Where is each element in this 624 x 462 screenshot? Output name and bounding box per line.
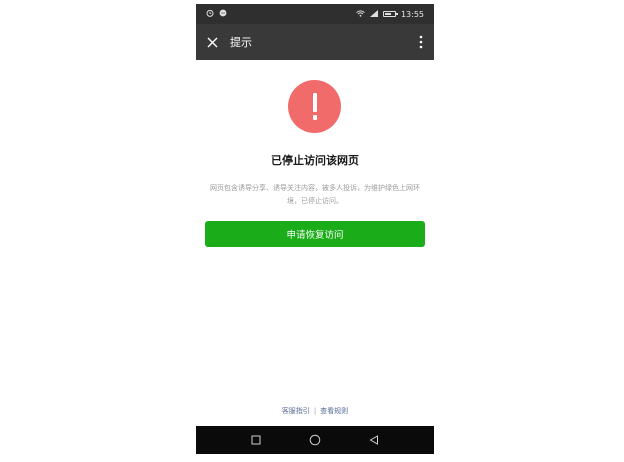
close-icon — [207, 37, 217, 47]
page-title: 已停止访问该网页 — [271, 154, 359, 167]
phone-screen: 13:55 提示 已停止访问该网页 网页包含诱导分享、诱导关注内容，被多人投诉，… — [196, 4, 434, 454]
notification-icon — [219, 9, 227, 19]
customer-service-link[interactable]: 客服指引 — [282, 407, 310, 415]
system-nav-bar — [196, 426, 434, 454]
back-icon — [369, 435, 379, 445]
more-vertical-icon — [419, 35, 423, 49]
request-restore-button[interactable]: 申请恢复访问 — [205, 221, 425, 247]
page-header-title: 提示 — [230, 36, 252, 49]
recent-apps-button[interactable] — [248, 432, 264, 448]
more-options-button[interactable] — [416, 33, 426, 51]
wifi-icon — [356, 9, 365, 19]
status-left — [206, 9, 227, 19]
close-button[interactable] — [198, 24, 226, 60]
status-time: 13:55 — [400, 9, 424, 19]
alarm-icon — [206, 9, 214, 19]
home-button[interactable] — [307, 432, 323, 448]
signal-icon — [369, 9, 378, 19]
footer-separator: | — [313, 407, 317, 415]
exclamation-icon — [312, 92, 317, 120]
home-icon — [309, 434, 321, 446]
view-rules-link[interactable]: 查看规则 — [320, 407, 348, 415]
status-bar: 13:55 — [196, 4, 434, 24]
recent-apps-icon — [251, 435, 261, 445]
battery-icon — [382, 11, 398, 17]
status-right: 13:55 — [356, 9, 424, 19]
footer-links: 客服指引 | 查看规则 — [196, 406, 434, 416]
alert-description: 网页包含诱导分享、诱导关注内容，被多人投诉，为维护绿色上网环境，已停止访问。 — [210, 184, 420, 205]
app-bar: 提示 — [196, 24, 434, 60]
warning-circle — [288, 80, 341, 133]
back-button[interactable] — [366, 432, 382, 448]
